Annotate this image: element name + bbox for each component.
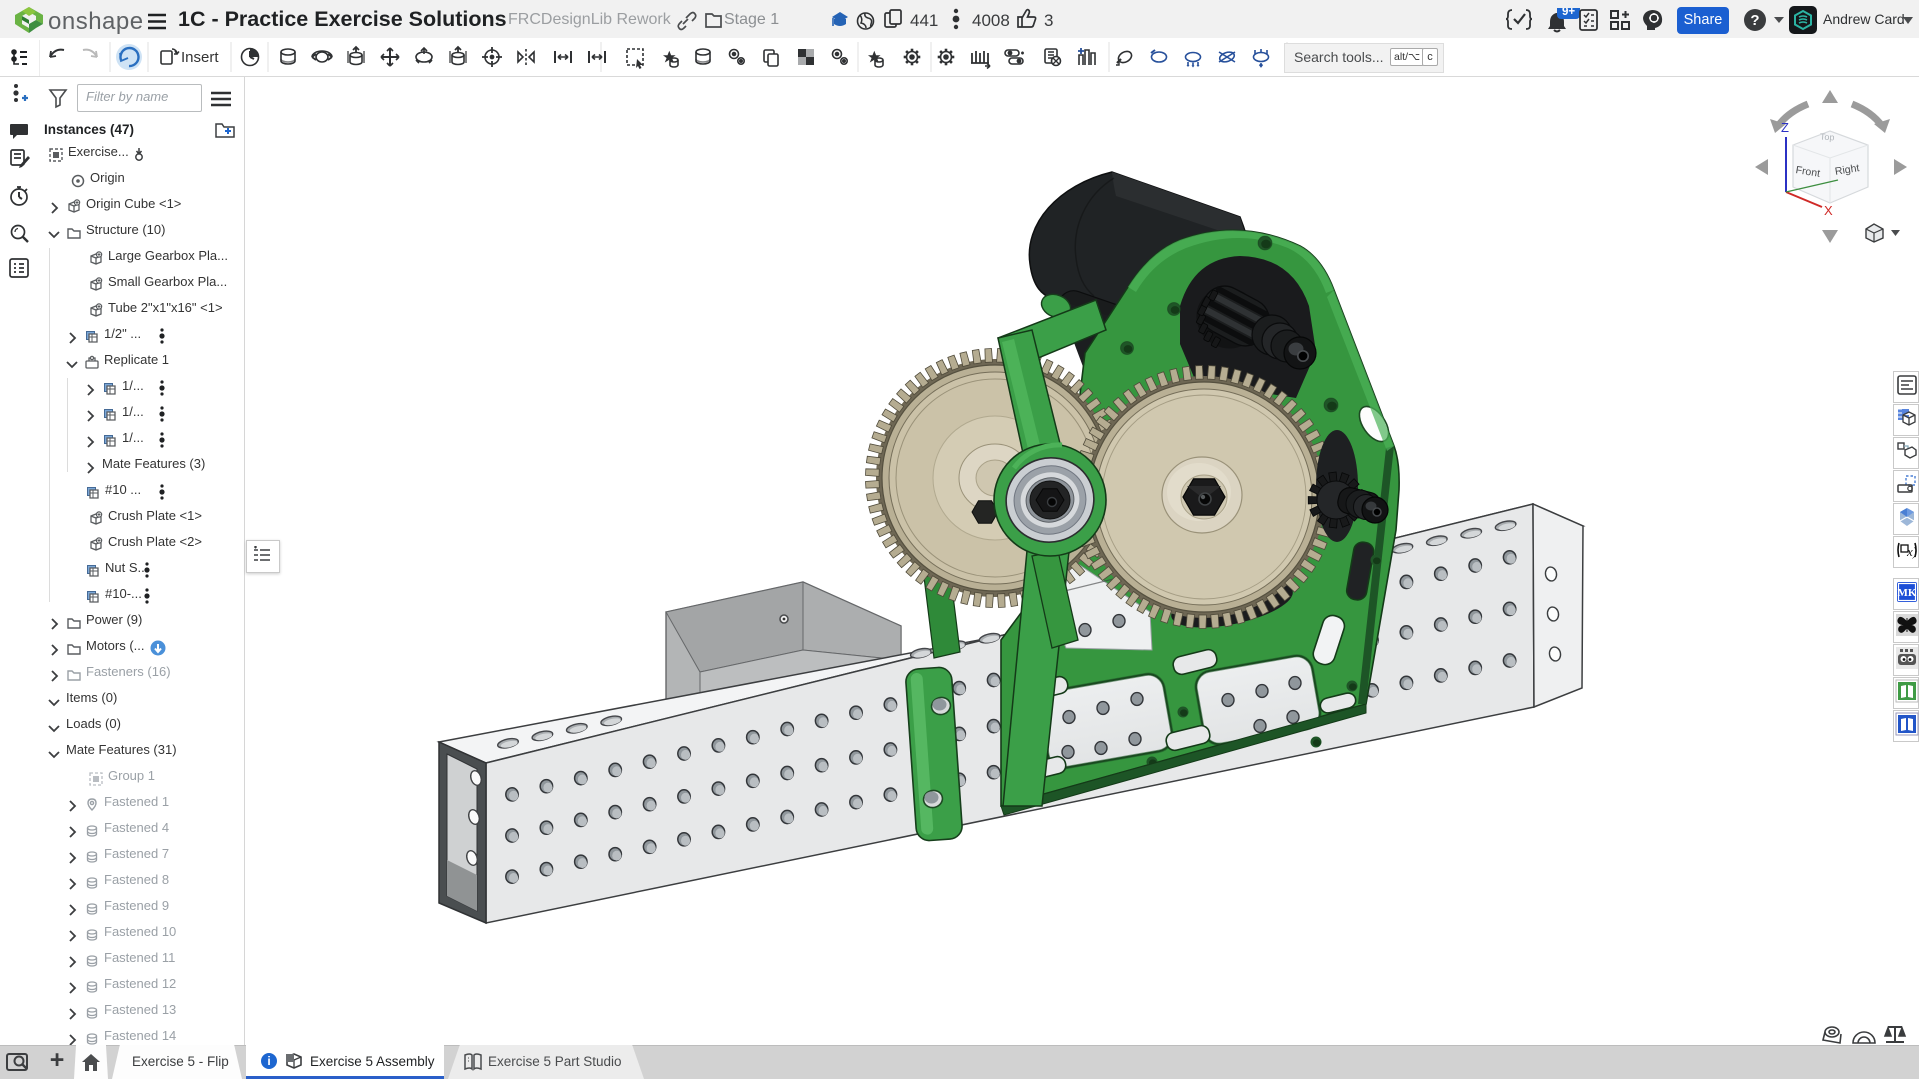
svg-text:9+: 9+ [1562, 8, 1575, 18]
svg-text:Insert: Insert [181, 49, 219, 66]
svg-text:Z: Z [1781, 120, 1789, 135]
svg-text:X: X [1824, 203, 1833, 218]
svg-text:i: i [267, 1054, 270, 1068]
svg-text:?: ? [1750, 12, 1759, 29]
svg-text:Top: Top [1820, 132, 1835, 143]
